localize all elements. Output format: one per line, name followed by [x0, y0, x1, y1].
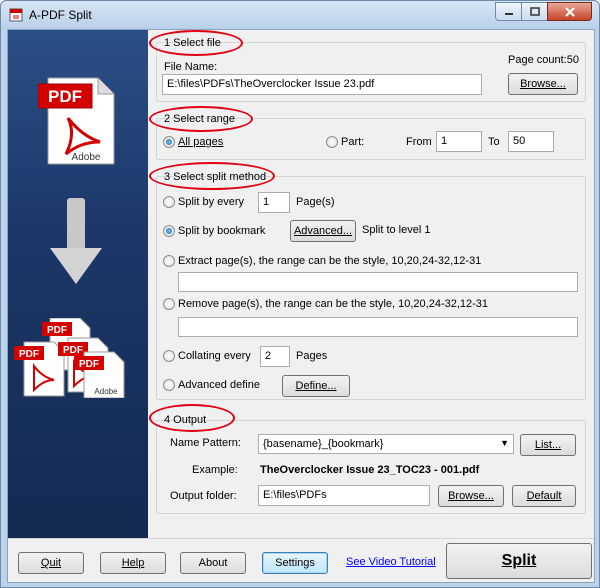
- advanced-define-label[interactable]: Advanced define: [178, 379, 260, 391]
- app-window: A-PDF Split PDF Adobe PDF PDF PDF PDF Ad…: [0, 0, 600, 588]
- advanced-define-radio[interactable]: [163, 379, 175, 391]
- pdf-label: PDF: [19, 349, 39, 360]
- close-icon: [564, 6, 575, 17]
- default-button[interactable]: Default: [512, 485, 576, 507]
- pdf-split-app-icon: [9, 8, 23, 22]
- chevron-down-icon: ▼: [500, 438, 509, 448]
- multiple-pdf-documents-icon: PDF PDF PDF PDF Adobe: [14, 318, 125, 398]
- highlight-ellipse: [149, 162, 275, 190]
- browse-folder-button[interactable]: Browse...: [438, 485, 504, 507]
- pdf-label: PDF: [79, 359, 99, 370]
- list-button[interactable]: List...: [520, 434, 576, 456]
- example-value: TheOverclocker Issue 23_TOC23 - 001.pdf: [260, 464, 480, 476]
- highlight-ellipse: [149, 30, 243, 56]
- extract-pages-label[interactable]: Extract page(s), the range can be the st…: [178, 255, 481, 267]
- pdf-label: PDF: [48, 87, 82, 106]
- remove-pages-input[interactable]: [178, 317, 578, 337]
- maximize-icon: [529, 7, 540, 16]
- default-button-label: Default: [526, 490, 562, 502]
- left-graphic-panel: PDF Adobe PDF PDF PDF PDF Adobe: [8, 30, 148, 538]
- help-button[interactable]: Help: [100, 552, 166, 574]
- name-pattern-label: Name Pattern:: [170, 437, 241, 449]
- quit-button-label: Quit: [40, 557, 62, 569]
- part-label[interactable]: Part:: [341, 136, 364, 148]
- collating-input[interactable]: 2: [260, 346, 290, 367]
- output-folder-input[interactable]: E:\files\PDFs: [258, 485, 430, 506]
- extract-pages-input[interactable]: [178, 272, 578, 292]
- split-bookmark-label[interactable]: Split by bookmark: [178, 225, 265, 237]
- collating-label[interactable]: Collating every: [178, 350, 251, 362]
- highlight-ellipse: [149, 404, 235, 432]
- extract-pages-radio[interactable]: [163, 255, 175, 267]
- settings-button[interactable]: Settings: [262, 552, 328, 574]
- define-button-label: Define...: [295, 380, 337, 392]
- title-bar: A-PDF Split: [1, 1, 599, 29]
- remove-pages-label[interactable]: Remove page(s), the range can be the sty…: [178, 298, 488, 310]
- split-level-text: Split to level 1: [362, 224, 431, 236]
- adobe-label: Adobe: [94, 387, 118, 396]
- all-pages-radio[interactable]: [163, 136, 175, 148]
- maximize-button[interactable]: [521, 2, 548, 21]
- minimize-button[interactable]: [495, 2, 522, 21]
- to-label: To: [488, 136, 500, 148]
- split-every-radio[interactable]: [163, 196, 175, 208]
- output-folder-label: Output folder:: [170, 490, 237, 502]
- collating-suffix: Pages: [296, 350, 328, 362]
- file-name-input[interactable]: E:\files\PDFs\TheOverclocker Issue 23.pd…: [162, 74, 482, 95]
- remove-pages-radio[interactable]: [163, 298, 175, 310]
- name-pattern-value: {basename}_{bookmark}: [263, 438, 384, 450]
- window-title: A-PDF Split: [29, 8, 92, 22]
- quit-button[interactable]: Quit: [18, 552, 84, 574]
- arrow-down-icon: [50, 198, 102, 284]
- bottom-toolbar: Quit Help About Settings See Video Tutor…: [8, 538, 594, 582]
- from-input[interactable]: 1: [436, 131, 482, 152]
- part-radio[interactable]: [326, 136, 338, 148]
- browse-file-label: Browse...: [520, 78, 566, 90]
- minimize-icon: [504, 12, 513, 15]
- help-button-label: Help: [121, 557, 145, 569]
- to-input[interactable]: 50: [508, 131, 554, 152]
- pdf-document-icon: PDF Adobe: [38, 77, 115, 165]
- advanced-button-label: Advanced...: [293, 225, 353, 237]
- about-button-label: About: [198, 557, 228, 569]
- video-tutorial-link[interactable]: See Video Tutorial: [346, 556, 436, 568]
- advanced-button[interactable]: Advanced...: [290, 220, 356, 242]
- highlight-ellipse: [149, 106, 253, 132]
- file-name-label: File Name:: [164, 61, 218, 73]
- pdf-label: PDF: [47, 325, 67, 336]
- all-pages-label[interactable]: All pages: [178, 136, 223, 148]
- split-button[interactable]: Split: [446, 543, 592, 579]
- define-button[interactable]: Define...: [282, 375, 350, 397]
- pdf-label: PDF: [63, 345, 83, 356]
- page-count: Page count:50: [508, 54, 579, 66]
- name-pattern-select[interactable]: {basename}_{bookmark} ▼: [258, 434, 514, 454]
- client-area: PDF Adobe PDF PDF PDF PDF Adobe 1 Select…: [7, 29, 595, 583]
- adobe-label: Adobe: [72, 152, 101, 163]
- browse-file-button[interactable]: Browse...: [508, 73, 578, 95]
- split-every-input[interactable]: 1: [258, 192, 290, 213]
- browse-folder-label: Browse...: [448, 490, 494, 502]
- split-every-label[interactable]: Split by every: [178, 196, 244, 208]
- close-button[interactable]: [547, 2, 592, 21]
- from-label: From: [406, 136, 432, 148]
- split-bookmark-radio[interactable]: [163, 225, 175, 237]
- settings-button-label: Settings: [275, 557, 315, 569]
- about-button[interactable]: About: [180, 552, 246, 574]
- pages-suffix: Page(s): [296, 196, 335, 208]
- collating-radio[interactable]: [163, 350, 175, 362]
- example-label: Example:: [192, 464, 238, 476]
- split-button-label: Split: [501, 552, 537, 569]
- list-button-label: List...: [534, 439, 562, 451]
